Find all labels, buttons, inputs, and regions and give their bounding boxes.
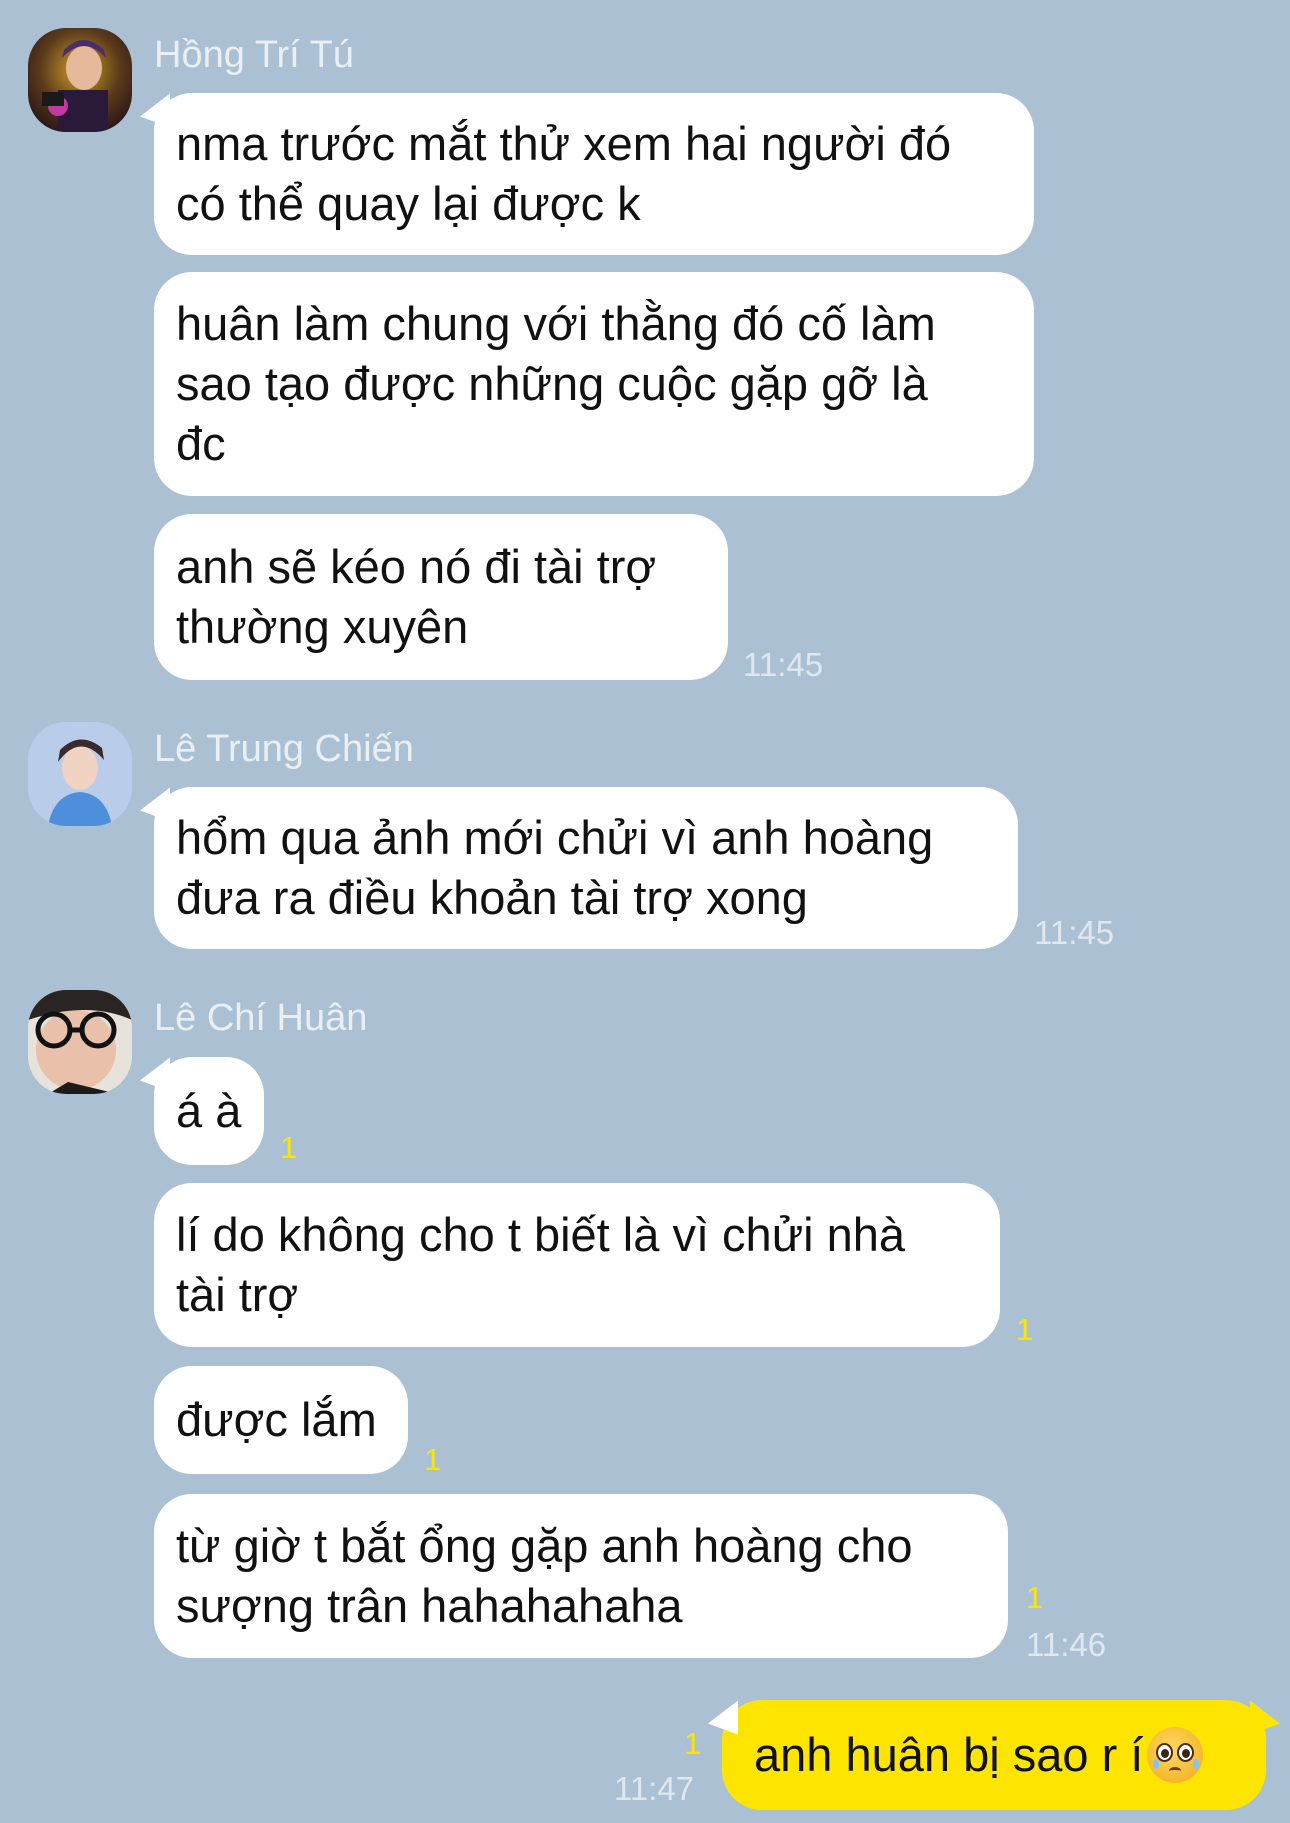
message-text: nma trước mắt thử xem hai người đó có th… [176, 117, 952, 230]
message-bubble[interactable]: huân làm chung với thằng đó cố làm sao t… [154, 272, 1034, 496]
sender-name: Lê Trung Chiến [154, 728, 414, 770]
unread-count: 1 [1016, 1312, 1034, 1347]
message-bubble[interactable]: anh sẽ kéo nó đi tài trợ thường xuyên [154, 514, 728, 680]
message-timestamp: 11:45 [1034, 914, 1115, 951]
message-timestamp: 11:47 [614, 1770, 695, 1807]
message-text: anh sẽ kéo nó đi tài trợ thường xuyên [176, 540, 657, 653]
message-timestamp: 11:45 [743, 646, 824, 683]
message-bubble[interactable]: được lắm [154, 1366, 408, 1474]
unread-count: 1 [280, 1130, 298, 1165]
sender-name: Lê Chí Huân [154, 997, 368, 1039]
message-bubble[interactable]: nma trước mắt thử xem hai người đó có th… [154, 93, 1034, 255]
message-bubble[interactable]: á à [154, 1057, 264, 1165]
my-message-bubble[interactable]: anh huân bị sao r í [722, 1700, 1266, 1810]
avatar-le-trung-chien[interactable] [28, 722, 132, 826]
message-timestamp: 11:46 [1026, 1626, 1107, 1663]
unread-count: 1 [1026, 1580, 1044, 1615]
unread-count: 1 [684, 1726, 702, 1761]
message-text: anh huân bị sao r í [754, 1728, 1144, 1781]
message-text: lí do không cho t biết là vì chửi nhà tà… [176, 1208, 906, 1321]
message-text: hổm qua ảnh mới chửi vì anh hoàng đưa ra… [176, 811, 934, 924]
message-text: huân làm chung với thằng đó cố làm sao t… [176, 297, 936, 470]
message-bubble[interactable]: từ giờ t bắt ổng gặp anh hoàng cho sượng… [154, 1494, 1008, 1658]
sender-name: Hồng Trí Tú [154, 34, 354, 76]
unread-count: 1 [424, 1442, 442, 1477]
message-bubble[interactable]: lí do không cho t biết là vì chửi nhà tà… [154, 1183, 1000, 1347]
avatar-hong-tri-tu[interactable] [28, 28, 132, 132]
message-text: được lắm [176, 1393, 377, 1446]
message-text: từ giờ t bắt ổng gặp anh hoàng cho sượng… [176, 1519, 913, 1632]
avatar-le-chi-huan[interactable] [28, 990, 132, 1094]
pleading-face-emoji-icon [1147, 1727, 1204, 1783]
message-bubble[interactable]: hổm qua ảnh mới chửi vì anh hoàng đưa ra… [154, 787, 1018, 949]
message-text: á à [176, 1084, 242, 1137]
